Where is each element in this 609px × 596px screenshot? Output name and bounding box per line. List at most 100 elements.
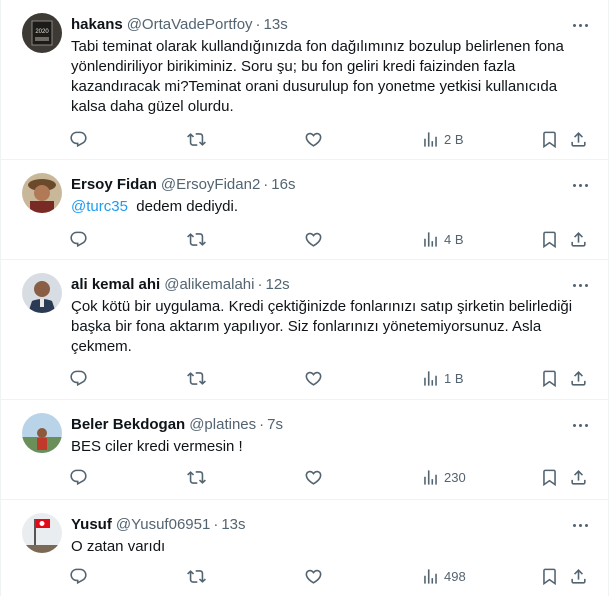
reply-button[interactable] <box>69 122 88 156</box>
avatar[interactable] <box>22 413 62 453</box>
share-button[interactable] <box>569 222 588 256</box>
author-handle[interactable]: @Yusuf06951 <box>116 516 210 533</box>
retweet-button[interactable] <box>187 559 206 593</box>
bookmark-button[interactable] <box>540 460 559 494</box>
like-icon <box>304 468 323 487</box>
separator: · <box>263 176 269 193</box>
bookmark-button[interactable] <box>540 559 559 593</box>
avatar[interactable] <box>22 273 62 313</box>
more-icon[interactable] <box>570 15 590 35</box>
bookmark-icon <box>540 468 559 487</box>
share-icon <box>569 230 588 249</box>
like-button[interactable] <box>304 122 323 156</box>
bookmark-button[interactable] <box>540 222 559 256</box>
tweet-text: Tabi teminat olarak kullandığınızda fon … <box>71 37 581 117</box>
like-button[interactable] <box>304 559 323 593</box>
like-button[interactable] <box>304 460 323 494</box>
retweet-icon <box>187 130 206 149</box>
reply-button[interactable] <box>69 559 88 593</box>
author-name[interactable]: Beler Bekdogan <box>71 416 185 433</box>
mention-link[interactable]: @turc35 <box>71 198 128 215</box>
author-handle[interactable]: @ErsoyFidan2 <box>161 176 260 193</box>
views-count: 230 <box>444 469 466 485</box>
author-name[interactable]: hakans <box>71 16 123 33</box>
reply-button[interactable] <box>69 222 88 256</box>
tweet-actions: 4 B <box>61 222 594 256</box>
tweet-header: ali kemal ahi @alikemalahi · 12s <box>71 275 568 295</box>
like-button[interactable] <box>304 361 323 395</box>
author-name[interactable]: ali kemal ahi <box>71 276 160 293</box>
views-icon <box>421 567 440 586</box>
avatar[interactable]: 2020 <box>22 13 62 53</box>
views-button[interactable]: 2 B <box>421 122 464 156</box>
tweet-header: Ersoy Fidan @ErsoyFidan2 · 16s <box>71 175 568 195</box>
views-icon <box>421 130 440 149</box>
tweet-text-content: O zatan varıdı <box>71 538 166 555</box>
retweet-button[interactable] <box>187 222 206 256</box>
more-icon[interactable] <box>570 415 590 435</box>
reply-icon <box>69 567 88 586</box>
author-handle[interactable]: @platines <box>189 416 256 433</box>
separator: · <box>255 16 261 33</box>
tweet-time[interactable]: 13s <box>264 16 288 33</box>
bookmark-icon <box>540 230 559 249</box>
tweet-text-content: Çok kötü bir uygulama. Kredi çektiğinizd… <box>71 298 573 355</box>
views-count: 2 B <box>444 131 464 147</box>
tweet-text-content: BES ciler kredi vermesin ! <box>71 438 243 455</box>
tweet[interactable]: Yusuf @Yusuf06951 · 13s O zatan varıdı 498 <box>1 500 608 596</box>
share-icon <box>569 130 588 149</box>
bookmark-button[interactable] <box>540 122 559 156</box>
like-icon <box>304 369 323 388</box>
tweet[interactable]: Beler Bekdogan @platines · 7s BES ciler kre… <box>1 400 608 500</box>
views-button[interactable]: 4 B <box>421 222 464 256</box>
avatar[interactable] <box>22 513 62 553</box>
more-icon[interactable] <box>570 275 590 295</box>
share-button[interactable] <box>569 122 588 156</box>
retweet-icon <box>187 369 206 388</box>
author-name[interactable]: Ersoy Fidan <box>71 176 157 193</box>
reply-icon <box>69 369 88 388</box>
tweet-text: O zatan varıdı <box>71 537 581 557</box>
author-handle[interactable]: @alikemalahi <box>164 276 254 293</box>
bookmark-button[interactable] <box>540 361 559 395</box>
tweet-actions: 1 B <box>61 361 594 395</box>
retweet-button[interactable] <box>187 460 206 494</box>
tweet-time[interactable]: 12s <box>265 276 289 293</box>
tweet-text: @turc35 dedem dediydi. <box>71 197 581 217</box>
bookmark-icon <box>540 567 559 586</box>
reply-icon <box>69 230 88 249</box>
more-icon[interactable] <box>570 515 590 535</box>
author-name[interactable]: Yusuf <box>71 516 112 533</box>
reply-button[interactable] <box>69 361 88 395</box>
views-button[interactable]: 230 <box>421 460 466 494</box>
views-count: 4 B <box>444 231 464 247</box>
views-button[interactable]: 498 <box>421 559 466 593</box>
tweet[interactable]: ali kemal ahi @alikemalahi · 12s Çok kötü b… <box>1 260 608 400</box>
bookmark-icon <box>540 130 559 149</box>
like-icon <box>304 230 323 249</box>
bookmark-icon <box>540 369 559 388</box>
share-button[interactable] <box>569 361 588 395</box>
more-icon[interactable] <box>570 175 590 195</box>
retweet-button[interactable] <box>187 361 206 395</box>
tweet-time[interactable]: 7s <box>267 416 283 433</box>
share-icon <box>569 468 588 487</box>
like-icon <box>304 130 323 149</box>
views-icon <box>421 369 440 388</box>
like-button[interactable] <box>304 222 323 256</box>
share-icon <box>569 567 588 586</box>
tweet-time[interactable]: 16s <box>271 176 295 193</box>
views-button[interactable]: 1 B <box>421 361 464 395</box>
tweet[interactable]: 2020 hakans @OrtaVadePortfoy · 13s Tabi tem… <box>1 0 608 160</box>
tweet-time[interactable]: 13s <box>221 516 245 533</box>
tweet-text-content: dedem dediydi. <box>136 198 238 215</box>
tweet-actions: 498 <box>61 559 594 593</box>
reply-button[interactable] <box>69 460 88 494</box>
tweet[interactable]: Ersoy Fidan @ErsoyFidan2 · 16s @turc35 dede… <box>1 160 608 260</box>
reply-icon <box>69 468 88 487</box>
share-button[interactable] <box>569 460 588 494</box>
author-handle[interactable]: @OrtaVadePortfoy <box>127 16 253 33</box>
share-button[interactable] <box>569 559 588 593</box>
retweet-button[interactable] <box>187 122 206 156</box>
avatar[interactable] <box>22 173 62 213</box>
